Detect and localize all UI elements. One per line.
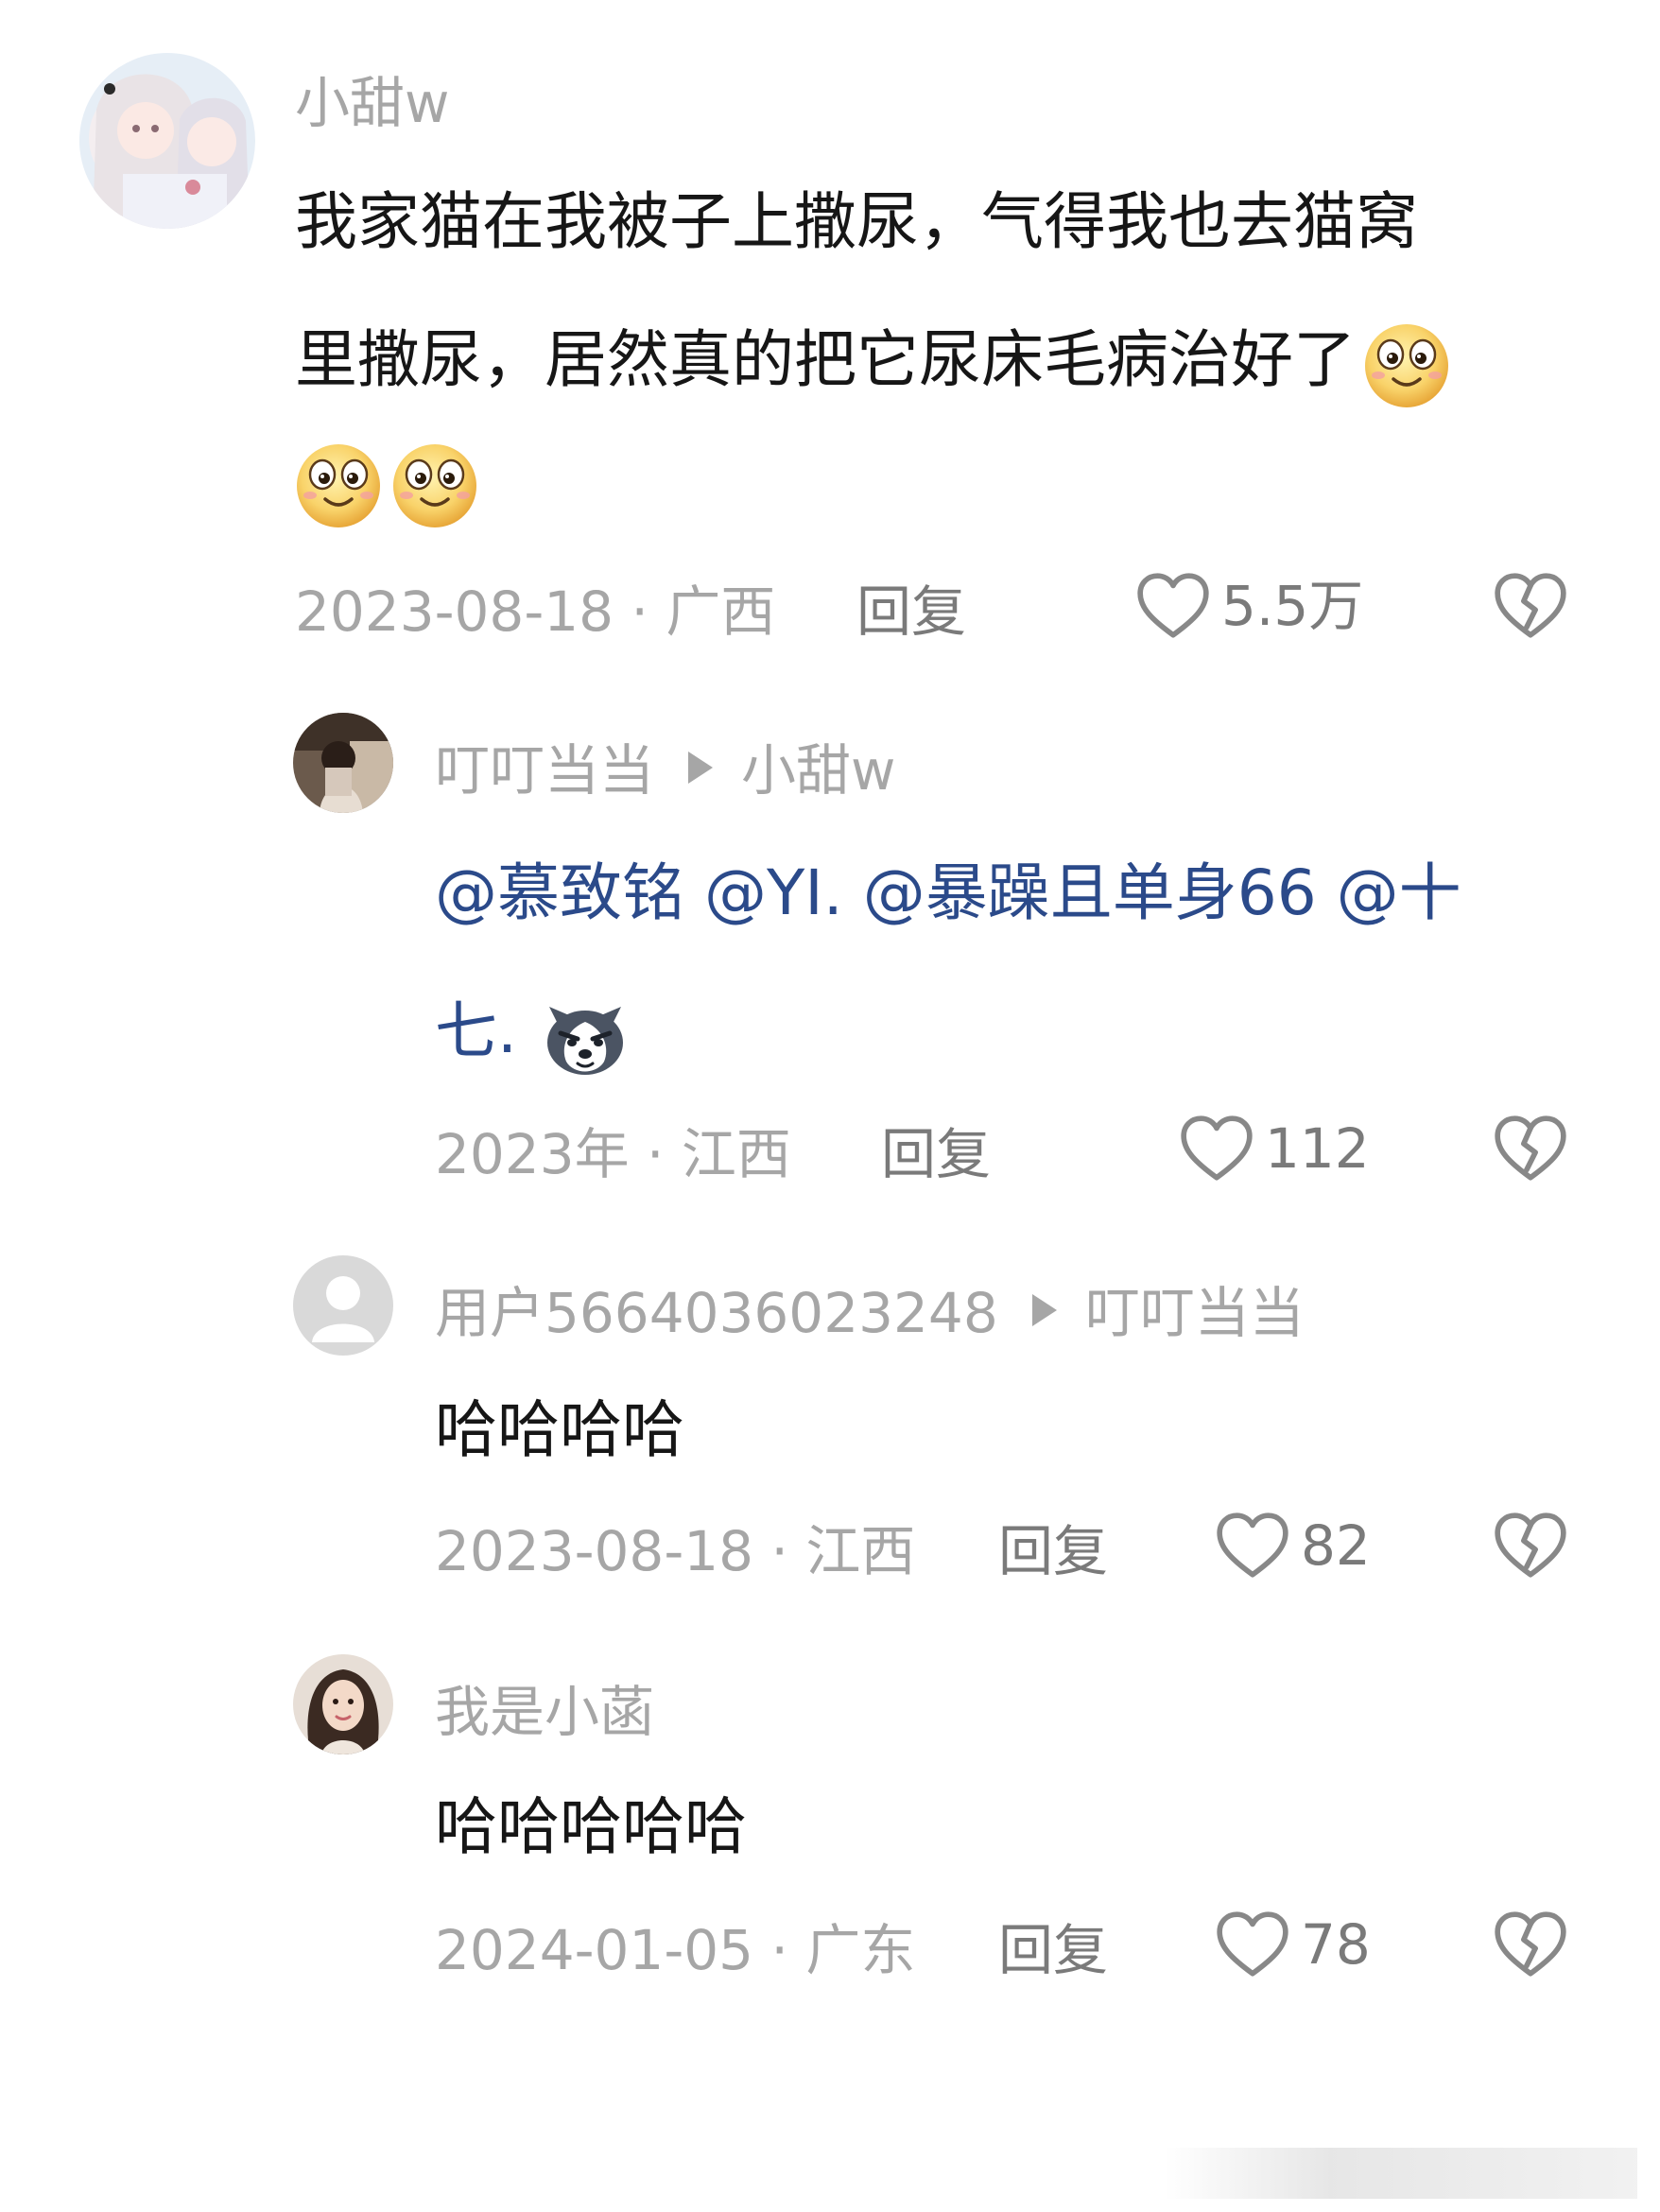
default-avatar-icon [293,1255,393,1356]
dislike-button[interactable] [1492,1910,1569,1983]
comment-text-line-2: 里撒尿，居然真的把它尿床毛病治好了 [295,323,1356,396]
like-button[interactable]: 112 [1178,1114,1370,1184]
like-count: 112 [1265,1116,1370,1181]
comment-text: 哈哈哈哈哈 [435,1790,747,1863]
like-count: 78 [1301,1912,1371,1977]
reply-button[interactable]: 回复 [856,584,966,639]
heart-icon [1178,1114,1255,1184]
comment-username[interactable]: 叮叮当当 小甜w [435,743,895,798]
like-count: 5.5万 [1221,574,1364,638]
like-button[interactable]: 5.5万 [1134,571,1363,641]
like-button[interactable]: 78 [1214,1910,1371,1979]
avatar[interactable] [293,1654,393,1754]
comment-username[interactable]: 我是小菡 [435,1685,654,1739]
comment-meta: 2024-01-05 · 广东 [435,1918,916,1982]
comment-text: @慕致铭 @YI. @暴躁且单身66 @十 七. [435,824,1626,1100]
dislike-button[interactable] [1492,1511,1569,1584]
mention-line-1[interactable]: @慕致铭 @YI. @暴躁且单身66 @十 [435,856,1461,929]
reply-arrow-icon [1031,1294,1057,1326]
avatar[interactable] [293,1255,393,1356]
dislike-button[interactable] [1492,571,1569,645]
mention-line-2[interactable]: 七. [435,994,517,1067]
comment-text: 我家猫在我被子上撒尿，气得我也去猫窝 里撒尿，居然真的把它尿床毛病治好了 [295,153,1618,429]
dislike-button[interactable] [1492,1114,1569,1187]
reply-target: 叮叮当当 [1084,1281,1305,1345]
like-count: 82 [1301,1513,1371,1578]
broken-heart-icon [1492,571,1569,641]
reply-arrow-icon [688,752,714,784]
heart-icon [1134,571,1212,641]
reply-button[interactable]: 回复 [881,1127,991,1182]
avatar[interactable] [293,713,393,813]
heart-icon [1214,1511,1291,1581]
smiley-emoji [291,437,386,531]
reply-target: 小甜w [741,738,896,803]
comment-text: 哈哈哈哈 [435,1393,684,1466]
reply-button[interactable]: 回复 [998,1524,1108,1579]
comment-meta: 2023-08-18 · 广西 [295,579,776,644]
broken-heart-icon [1492,1511,1569,1581]
broken-heart-icon [1492,1114,1569,1184]
broken-heart-icon [1492,1910,1569,1979]
smiley-emoji [388,437,482,531]
comment-text-line-1: 我家猫在我被子上撒尿，气得我也去猫窝 [295,185,1418,258]
watermark [1165,2148,1637,2199]
avatar[interactable] [79,53,255,229]
husky-emoji [538,988,632,1082]
heart-icon [1214,1910,1291,1979]
like-button[interactable]: 82 [1214,1511,1371,1581]
comment-username[interactable]: 小甜w [295,76,449,130]
comment-meta: 2023年 · 江西 [435,1122,791,1186]
reply-button[interactable]: 回复 [998,1923,1108,1978]
comment-username[interactable]: 用户5664036023248 叮叮当当 [435,1286,1305,1340]
smiley-emoji [1359,317,1454,411]
comment-meta: 2023-08-18 · 江西 [435,1519,916,1583]
